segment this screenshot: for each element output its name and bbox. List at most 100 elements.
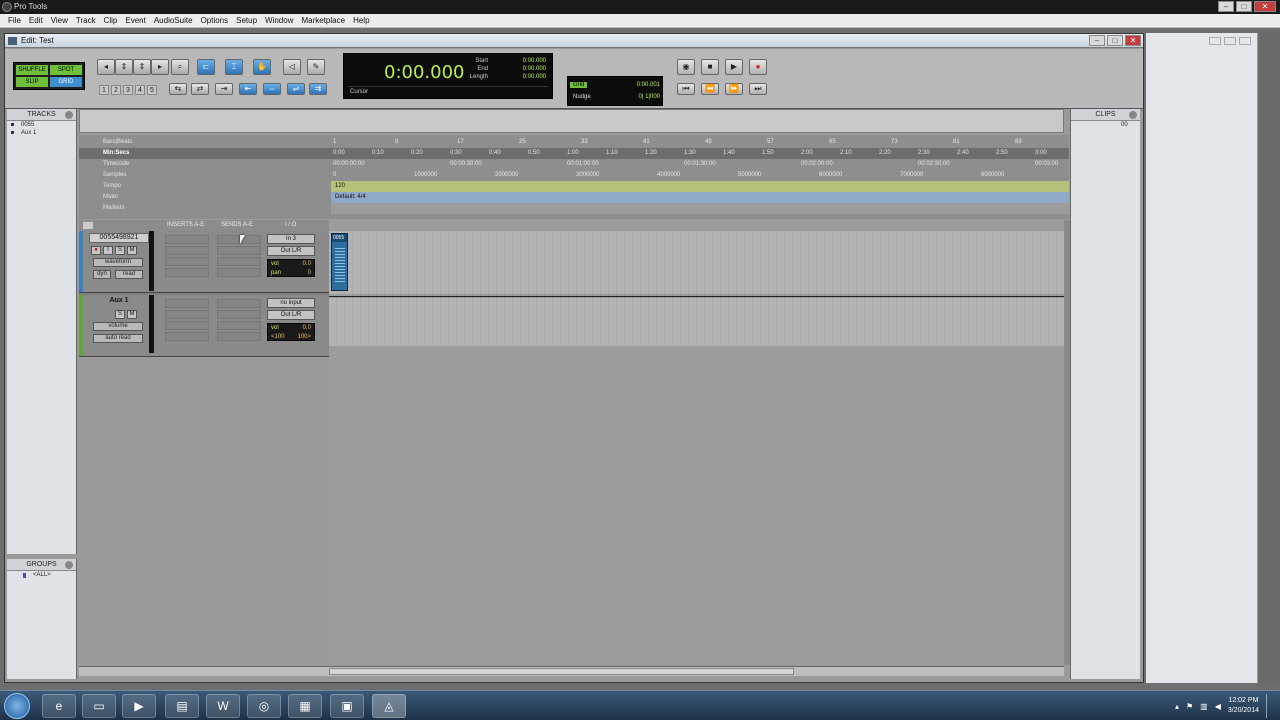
return-to-zero-button[interactable]: ⏮ <box>677 83 695 95</box>
insertion-follows-icon[interactable]: ⇤ <box>239 83 257 95</box>
menu-help[interactable]: Help <box>349 16 373 25</box>
chrome-icon[interactable]: ◎ <box>247 694 281 718</box>
zoom-preset-3[interactable]: 3 <box>123 85 133 95</box>
volume-value[interactable]: 0.0 <box>303 260 311 269</box>
zoom-horizontal-out-button[interactable]: ◂ <box>97 59 115 75</box>
close-button[interactable]: ✕ <box>1254 1 1276 12</box>
group-list-item[interactable]: <ALL> <box>7 571 76 579</box>
send-slot[interactable] <box>217 268 261 277</box>
grid-toggle-button[interactable]: Grid <box>570 82 588 88</box>
zoom-midi-button[interactable]: ⇕ <box>133 59 151 75</box>
notes-icon[interactable]: ▦ <box>288 694 322 718</box>
fast-forward-button[interactable]: ⏩ <box>725 83 743 95</box>
selector-tool-icon[interactable]: ⌶ <box>225 59 243 75</box>
automation-mode-selector[interactable]: auto read <box>93 334 143 343</box>
zoom-audio-button[interactable]: ⇕ <box>115 59 133 75</box>
solo-button[interactable]: S <box>115 310 125 319</box>
markers-ruler[interactable]: Markers <box>79 203 1069 214</box>
track-list-item[interactable]: Aux 1 <box>7 129 76 137</box>
track-view-selector[interactable]: volume <box>93 322 143 331</box>
meter-track[interactable]: Default: 4/4 <box>331 192 1069 203</box>
zoom-preset-4[interactable]: 4 <box>135 85 145 95</box>
insert-slot[interactable] <box>165 246 209 255</box>
shuffle-mode-button[interactable]: SHUFFLE <box>16 65 48 75</box>
pan-left-value[interactable]: <100 <box>271 333 285 342</box>
online-button[interactable]: ◉ <box>677 59 695 75</box>
send-slot[interactable] <box>217 299 261 308</box>
zoom-preset-1[interactable]: 1 <box>99 85 109 95</box>
scrubber-tool-icon[interactable]: ◁ <box>283 59 301 75</box>
pro-tools-taskbar-icon[interactable]: ◬ <box>372 694 406 718</box>
word-icon[interactable]: W <box>206 694 240 718</box>
send-slot[interactable] <box>217 321 261 330</box>
pan-value[interactable]: 0 <box>308 269 311 278</box>
grid-value[interactable]: 0:00.001 <box>637 82 660 88</box>
show-desktop-button[interactable] <box>1266 694 1276 718</box>
cursor-icon[interactable]: ⇉ <box>309 83 327 95</box>
trim-tool-icon[interactable]: ⊏ <box>197 59 215 75</box>
main-counter-value[interactable]: 0:00.000 <box>384 62 465 83</box>
link-timeline-icon[interactable]: ⇄ <box>191 83 209 95</box>
send-slot[interactable] <box>217 235 261 244</box>
markers-track[interactable] <box>331 203 1069 214</box>
groups-panel-menu-icon[interactable] <box>65 561 73 569</box>
zoom-preset-5[interactable]: 5 <box>147 85 157 95</box>
bars-beats-ruler[interactable]: Bars|Beats 1 9 17 25 33 41 49 57 65 73 81 89 <box>79 137 1069 148</box>
insert-slot[interactable] <box>165 310 209 319</box>
insert-slot[interactable] <box>165 235 209 244</box>
file-explorer-icon[interactable]: ▭ <box>82 694 116 718</box>
show-hidden-icons-icon[interactable]: ▴ <box>1175 702 1179 711</box>
menu-view[interactable]: View <box>47 16 72 25</box>
horizontal-scrollbar[interactable] <box>79 666 1064 676</box>
track-list-item[interactable]: 0055 <box>7 121 76 129</box>
play-button[interactable]: ▶ <box>725 59 743 75</box>
track-view-selector[interactable]: waveform <box>93 258 143 267</box>
edit-close-button[interactable]: ✕ <box>1125 35 1141 46</box>
record-enable-button[interactable]: ● <box>91 246 101 255</box>
minimize-button[interactable]: – <box>1218 1 1234 12</box>
tempo-track[interactable]: 120 <box>331 181 1069 192</box>
zoomer-tool-icon[interactable]: ⌕ <box>171 59 189 75</box>
menu-edit[interactable]: Edit <box>25 16 47 25</box>
output-selector[interactable]: Out L/R <box>267 310 315 320</box>
insert-slot[interactable] <box>165 257 209 266</box>
secondary-maximize-button[interactable] <box>1224 37 1236 45</box>
internet-explorer-icon[interactable]: e <box>42 694 76 718</box>
input-selector[interactable]: In 3 <box>267 234 315 244</box>
network-icon[interactable]: ▥ <box>1200 702 1208 711</box>
input-selector[interactable]: no input <box>267 298 315 308</box>
send-slot[interactable] <box>217 246 261 255</box>
rewind-button[interactable]: ⏪ <box>701 83 719 95</box>
audio-track-lane[interactable]: 0055 <box>329 231 1064 294</box>
nudge-value[interactable]: 0| 1|000 <box>639 94 660 100</box>
menu-clip[interactable]: Clip <box>100 16 122 25</box>
menu-marketplace[interactable]: Marketplace <box>297 16 349 25</box>
send-slot[interactable] <box>217 310 261 319</box>
tempo-ruler[interactable]: Tempo 120 <box>79 181 1069 192</box>
pan-right-value[interactable]: 100> <box>297 333 311 342</box>
maximize-button[interactable]: □ <box>1236 1 1252 12</box>
slip-mode-button[interactable]: SLIP <box>16 77 48 87</box>
volume-pan-display[interactable]: vol 0.0 <100 100> <box>267 323 315 341</box>
track-visible-icon[interactable] <box>11 131 14 134</box>
grabber-tool-icon[interactable]: ✋ <box>253 59 271 75</box>
clips-panel-menu-icon[interactable] <box>1129 111 1137 119</box>
menu-file[interactable]: File <box>4 16 25 25</box>
solo-button[interactable]: S <box>115 246 125 255</box>
zoom-preset-2[interactable]: 2 <box>111 85 121 95</box>
insert-slot[interactable] <box>165 299 209 308</box>
aux-track-lane[interactable] <box>329 298 1064 346</box>
selection-length[interactable]: 0:00.000 <box>494 73 546 81</box>
universe-view[interactable] <box>79 109 1064 133</box>
output-selector[interactable]: Out L/R <box>267 246 315 256</box>
meter-marker[interactable]: Default: 4/4 <box>335 192 366 203</box>
system-clock[interactable]: 12:02 PM 3/20/2014 <box>1228 696 1259 716</box>
mute-button[interactable]: M <box>127 246 137 255</box>
groups-panel-header[interactable]: GROUPS <box>7 559 76 571</box>
timecode-ruler[interactable]: Timecode 00:00:00:00 00:00:30:00 00:01:00:… <box>79 159 1069 170</box>
insert-slot[interactable] <box>165 321 209 330</box>
menu-window[interactable]: Window <box>261 16 297 25</box>
automation-mode-selector[interactable]: read <box>115 270 143 279</box>
samples-ruler[interactable]: Samples 0 1000000 2000000 3000000 4000000 500… <box>79 170 1069 181</box>
min-secs-ruler[interactable]: Min:Secs 0:00 0:10 0:20 0:30 0:40 0:50 1:00 1:1… <box>79 148 1069 159</box>
